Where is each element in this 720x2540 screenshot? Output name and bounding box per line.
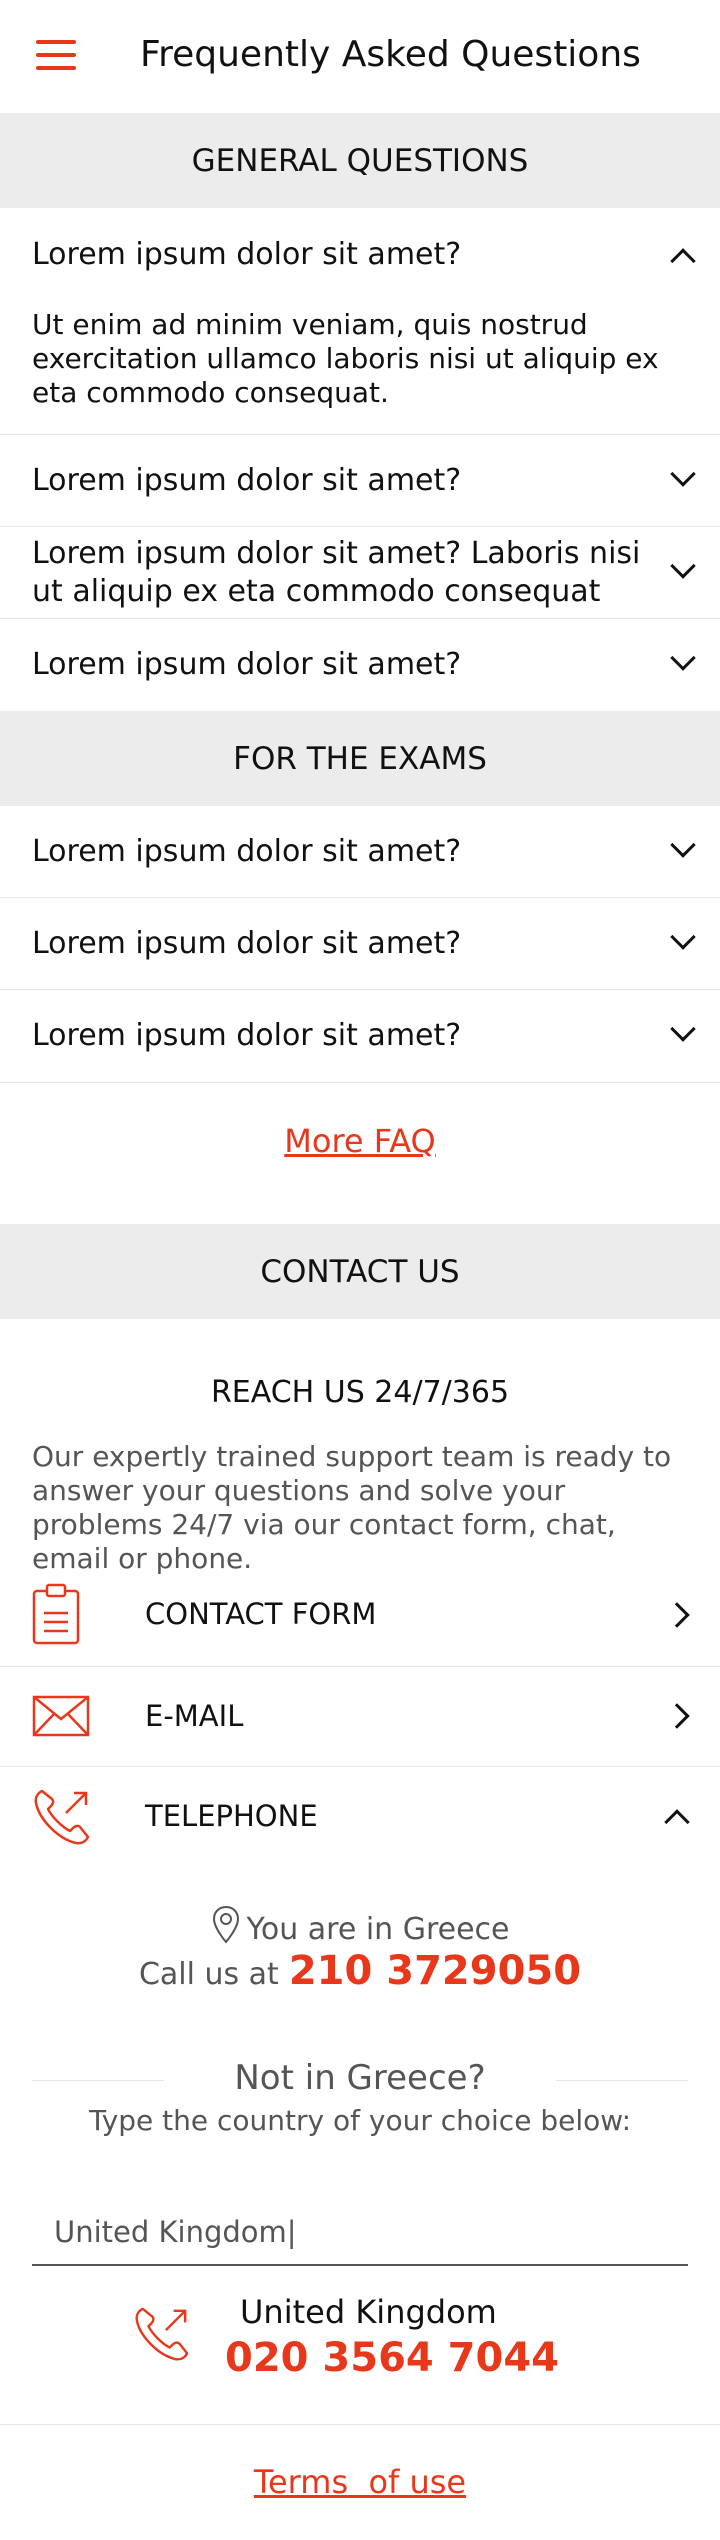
faq-item-general-3[interactable]: Lorem ipsum dolor sit amet? Laboris nisi… [0,527,720,619]
call-us-line: Call us at 210 3729050 [0,1948,720,1994]
envelope-icon [32,1695,90,1737]
result-phone-number[interactable]: 020 3564 7044 [225,2335,559,2381]
contact-option-label: TELEPHONE [145,1799,318,1833]
chevron-up-icon [670,248,696,274]
result-country-name: United Kingdom [240,2293,497,2331]
contact-option-label: CONTACT FORM [145,1597,377,1631]
reach-us-title: REACH US 24/7/365 [210,1375,510,1410]
hamburger-menu-icon[interactable] [36,40,76,72]
phone-outgoing-icon [135,2307,189,2361]
chevron-down-icon [670,553,696,579]
faq-question: Lorem ipsum dolor sit amet? [32,237,462,272]
location-line: You are in Greece [0,1905,720,1947]
local-phone-number[interactable]: 210 3729050 [289,1948,581,1994]
phone-outgoing-icon [34,1789,90,1845]
chevron-down-icon [670,924,696,950]
chevron-down-icon [670,1016,696,1042]
faq-item-general-2[interactable]: Lorem ipsum dolor sit amet? [0,435,720,527]
call-prefix: Call us at [138,1957,279,1992]
chevron-up-icon [664,1809,690,1835]
chevron-right-icon [664,1602,690,1628]
country-search-input[interactable] [32,2200,688,2266]
section-header-contact: CONTACT US [0,1224,720,1319]
faq-question: Lorem ipsum dolor sit amet? [32,1018,462,1053]
location-text: You are in Greece [246,1912,510,1947]
faq-question: Lorem ipsum dolor sit amet? [32,463,462,498]
contact-option-label: E-MAIL [145,1699,244,1733]
faq-item-general-4[interactable]: Lorem ipsum dolor sit amet? [0,619,720,711]
contact-option-form[interactable]: CONTACT FORM [0,1565,720,1667]
faq-question: Lorem ipsum dolor sit amet? Laboris nisi… [32,536,641,609]
section-header-general: GENERAL QUESTIONS [0,113,720,208]
faq-item-exams-1[interactable]: Lorem ipsum dolor sit amet? [0,806,720,898]
chevron-down-icon [670,832,696,858]
chevron-right-icon [664,1703,690,1729]
chevron-down-icon [670,645,696,671]
faq-item-exams-3[interactable]: Lorem ipsum dolor sit amet? [0,990,720,1083]
faq-item-exams-2[interactable]: Lorem ipsum dolor sit amet? [0,898,720,990]
contact-option-telephone[interactable]: TELEPHONE [0,1767,720,1869]
more-faq-link[interactable]: More FAQ [0,1122,720,1160]
reach-us-description: Our expertly trained support team is rea… [32,1440,672,1575]
not-in-country-heading: Not in Greece? [234,2058,486,2098]
footer-divider [0,2424,720,2425]
top-app-bar: Frequently Asked Questions [0,0,720,113]
clipboard-icon [32,1583,80,1645]
faq-answer: Ut enim ad minim veniam, quis nostrud ex… [32,308,659,409]
section-header-exams: FOR THE EXAMS [0,711,720,806]
contact-option-email[interactable]: E-MAIL [0,1667,720,1767]
type-country-hint: Type the country of your choice below: [88,2104,632,2137]
terms-of-use-link[interactable]: Terms of use [0,2463,720,2501]
page-title: Frequently Asked Questions [140,34,641,75]
faq-question: Lorem ipsum dolor sit amet? [32,926,462,961]
chevron-down-icon [670,461,696,487]
faq-item-general-1[interactable]: Lorem ipsum dolor sit amet? Ut enim ad m… [0,208,720,435]
faq-question: Lorem ipsum dolor sit amet? [32,834,462,869]
faq-question: Lorem ipsum dolor sit amet? [32,647,462,682]
location-pin-icon [212,1905,239,1944]
